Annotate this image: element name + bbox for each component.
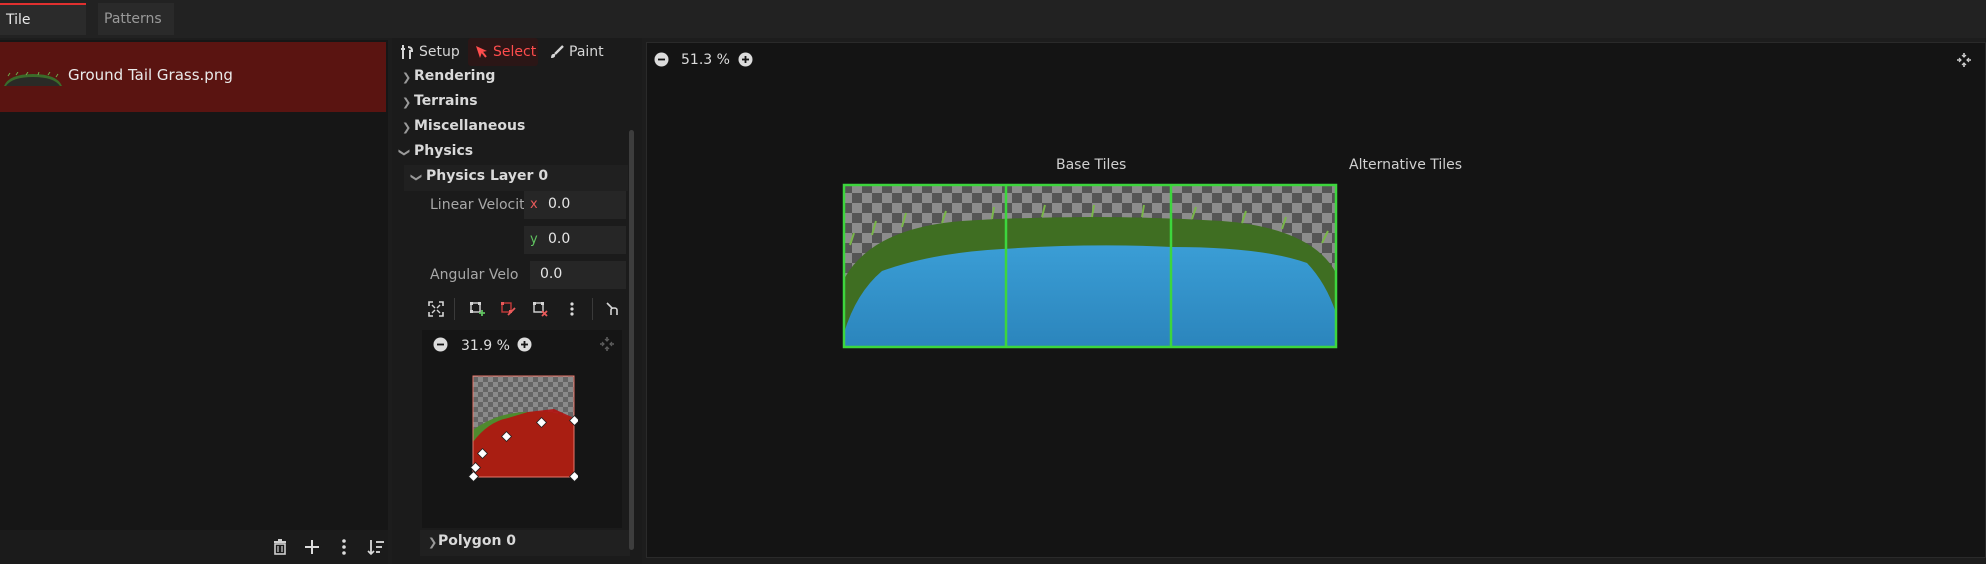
paint-brush-icon	[550, 45, 564, 59]
kebab-menu-icon[interactable]	[333, 536, 355, 558]
expand-icon[interactable]	[428, 301, 444, 317]
setup-mode-label: Setup	[419, 44, 460, 60]
linear-velocity-y-value: 0.0	[548, 231, 571, 247]
setup-tool-icon	[400, 44, 414, 60]
section-terrains[interactable]: Terrains	[414, 93, 478, 109]
y-axis-label: y	[530, 232, 538, 247]
chevron-down-icon[interactable]: ❯	[398, 148, 411, 157]
source-actions-bar	[0, 530, 388, 564]
viewport-zoom-level: 51.3 %	[681, 52, 730, 68]
source-thumbnail	[4, 72, 62, 86]
base-tiles-label: Base Tiles	[1056, 157, 1127, 173]
chevron-down-icon[interactable]: ❯	[410, 173, 423, 182]
zoom-in-icon[interactable]	[517, 337, 532, 352]
toolbar-divider	[454, 298, 455, 320]
base-tiles-atlas[interactable]	[842, 183, 1338, 349]
linear-velocity-label: Linear Velocit	[430, 197, 525, 213]
section-miscellaneous[interactable]: Miscellaneous	[414, 118, 525, 134]
kebab-menu-icon[interactable]	[564, 301, 580, 317]
paint-mode-label: Paint	[569, 44, 604, 60]
select-mode-button[interactable]: Select	[468, 38, 538, 66]
angular-velocity-field[interactable]: 0.0	[530, 261, 626, 289]
linear-velocity-x-field[interactable]: x 0.0	[524, 191, 626, 219]
linear-velocity-y-field[interactable]: y 0.0	[524, 226, 626, 254]
center-view-icon[interactable]	[1956, 52, 1972, 68]
center-view-icon[interactable]	[599, 336, 615, 352]
polygon-zoom-level: 31.9 %	[461, 338, 510, 354]
section-rendering[interactable]: Rendering	[414, 68, 495, 84]
select-cursor-icon	[475, 45, 488, 59]
zoom-in-icon[interactable]	[738, 52, 753, 67]
polygon-toolbar	[420, 296, 630, 324]
zoom-out-icon[interactable]	[433, 337, 448, 352]
edit-point-icon[interactable]	[500, 301, 516, 317]
toolbar-divider	[592, 298, 593, 320]
tab-patterns[interactable]: Patterns	[98, 3, 174, 35]
trash-icon[interactable]	[269, 536, 291, 558]
linear-velocity-x-value: 0.0	[548, 196, 571, 212]
x-axis-label: x	[530, 197, 538, 212]
alternative-tiles-label: Alternative Tiles	[1349, 157, 1463, 173]
zoom-out-icon[interactable]	[654, 52, 669, 67]
remove-point-icon[interactable]	[532, 301, 548, 317]
select-mode-label: Select	[493, 44, 537, 60]
section-physics[interactable]: Physics	[414, 143, 473, 159]
collision-polygon-preview	[468, 375, 578, 483]
chevron-right-icon[interactable]: ❯	[402, 71, 411, 84]
chevron-right-icon[interactable]: ❯	[428, 536, 437, 549]
inspector-scrollbar[interactable]	[629, 130, 634, 550]
add-point-icon[interactable]	[469, 301, 485, 317]
tile-sources-panel	[0, 40, 388, 564]
tab-tile-sources[interactable]: Tile Sources	[0, 3, 86, 58]
polygon-title: Polygon 0	[438, 533, 517, 549]
physics-layer-title: Physics Layer 0	[426, 168, 549, 184]
source-name-label: Ground Tail Grass.png	[68, 66, 233, 84]
chevron-right-icon[interactable]: ❯	[402, 96, 411, 109]
tab-bar: Tile Sources Patterns	[0, 0, 1986, 58]
plus-icon[interactable]	[301, 536, 323, 558]
sort-icon[interactable]	[365, 536, 387, 558]
snap-icon[interactable]	[605, 301, 621, 317]
angular-velocity-value: 0.0	[540, 266, 563, 282]
chevron-right-icon[interactable]: ❯	[402, 121, 411, 134]
angular-velocity-label: Angular Velo	[430, 267, 519, 283]
